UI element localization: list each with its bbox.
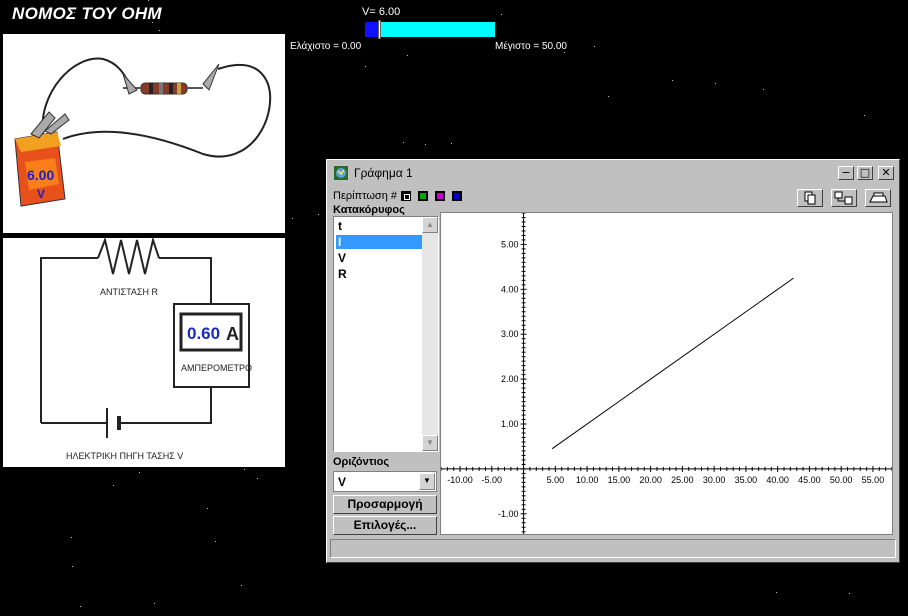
x-tick-label: 55.00 — [862, 475, 885, 485]
voltage-value-label: V= 6.00 — [362, 6, 401, 18]
y-tick-label: 3.00 — [501, 329, 519, 339]
circuit-illustration-panel: 6.00 V — [3, 34, 285, 233]
ammeter-label: ΑΜΠΕΡΟΜΕΤΡΟ — [181, 363, 252, 373]
copy-button[interactable] — [797, 189, 823, 207]
scroll-up-button[interactable]: ▲ — [422, 217, 438, 233]
scroll-up-icon: ▲ — [426, 220, 434, 229]
list-item[interactable]: t — [336, 219, 422, 233]
vertical-variable-list[interactable]: t I V R ▲ ▼ — [333, 216, 439, 452]
voltage-slider-fill — [365, 22, 379, 37]
chevron-down-icon: ▼ — [423, 476, 431, 485]
x-tick-label: 25.00 — [671, 475, 694, 485]
graph-window-title: Γράφημα 1 — [354, 166, 413, 180]
x-tick-label: 15.00 — [608, 475, 631, 485]
x-tick-label: 30.00 — [703, 475, 726, 485]
x-tick-label: 45.00 — [798, 475, 821, 485]
maximize-icon: □ — [859, 166, 871, 179]
circuit-schematic: ΑΝΤΙΣΤΑΣΗ R ΗΛΕΚΤΡΙΚΗ ΠΗΓΗ ΤΑΣΗΣ V 0.60 … — [40, 236, 252, 461]
resistor-label: ΑΝΤΙΣΤΑΣΗ R — [100, 287, 158, 297]
ammeter-unit: A — [226, 324, 239, 344]
case-label: Περίπτωση # — [333, 190, 397, 202]
circuit-illustration: 6.00 V — [14, 57, 272, 207]
voltage-slider-thumb[interactable] — [378, 20, 381, 39]
list-item[interactable]: I — [336, 235, 422, 249]
vertical-axis-label: Κατακόρυφος — [333, 204, 405, 216]
y-tick-label: 4.00 — [501, 284, 519, 294]
maximize-button[interactable]: □ — [857, 166, 873, 180]
y-tick-label: 2.00 — [501, 374, 519, 384]
x-tick-label: 35.00 — [735, 475, 758, 485]
print-button[interactable] — [865, 189, 891, 207]
close-icon: ✕ — [881, 166, 891, 179]
voltage-min-label: Ελάχιστο = 0.00 — [290, 41, 362, 52]
horizontal-variable-value: V — [338, 475, 347, 489]
status-bar — [330, 539, 896, 558]
graph-window-titlebar[interactable]: Γράφημα 1 − □ ✕ — [330, 163, 896, 183]
y-tick-label: -1.00 — [498, 509, 519, 519]
x-tick-label: 5.00 — [547, 475, 565, 485]
scroll-down-button[interactable]: ▼ — [422, 435, 438, 451]
case-4-swatch[interactable] — [452, 191, 462, 201]
voltage-slider-track[interactable] — [365, 22, 495, 37]
series-line — [551, 277, 794, 450]
horizontal-variable-select[interactable]: V ▼ — [333, 471, 437, 492]
export-button[interactable] — [831, 189, 857, 207]
battery-unit: V — [37, 187, 45, 201]
app-title: ΝΟΜΟΣ ΤΟΥ ΟΗΜ — [12, 4, 162, 23]
voltage-max-label: Μέγιστο = 50.00 — [495, 41, 567, 52]
graph-window: Γράφημα 1 − □ ✕ Περίπτωση # Κατακόρυφος … — [326, 159, 900, 563]
vertical-list-scrollbar[interactable]: ▲ ▼ — [422, 217, 438, 451]
list-item[interactable]: V — [336, 251, 422, 265]
chart-svg: -10.00 -5.00 5.00 10.00 15.00 20.00 25.00 30.00… — [440, 212, 893, 534]
printer-icon — [869, 192, 888, 203]
fit-button[interactable]: Προσαρμογή — [333, 495, 437, 514]
x-tick-label: 40.00 — [766, 475, 789, 485]
x-tick-label: -5.00 — [482, 475, 503, 485]
scroll-down-icon: ▼ — [426, 438, 434, 447]
schematic-panel: ΑΝΤΙΣΤΑΣΗ R ΗΛΕΚΤΡΙΚΗ ΠΗΓΗ ΤΑΣΗΣ V 0.60 … — [3, 236, 285, 467]
options-button[interactable]: Επιλογές... — [333, 516, 437, 535]
x-tick-label: 10.00 — [576, 475, 599, 485]
ammeter-value: 0.60 — [187, 324, 220, 343]
graph-window-icon — [334, 166, 348, 180]
plot-area[interactable]: -10.00 -5.00 5.00 10.00 15.00 20.00 25.00 30.00… — [440, 212, 893, 535]
x-tick-label: -10.00 — [447, 475, 473, 485]
case-2-swatch[interactable] — [418, 191, 428, 201]
copy-icon — [804, 191, 816, 205]
x-tick-label: 50.00 — [830, 475, 853, 485]
list-item[interactable]: R — [336, 267, 422, 281]
dropdown-button[interactable]: ▼ — [419, 473, 435, 490]
battery-value: 6.00 — [27, 167, 54, 183]
horizontal-axis-label: Οριζόντιος — [333, 456, 390, 468]
export-icon — [834, 191, 853, 205]
source-label: ΗΛΕΚΤΡΙΚΗ ΠΗΓΗ ΤΑΣΗΣ V — [66, 451, 183, 461]
x-tick-label: 20.00 — [639, 475, 662, 485]
case-3-swatch[interactable] — [435, 191, 445, 201]
y-tick-label: 5.00 — [501, 239, 519, 249]
close-button[interactable]: ✕ — [878, 166, 894, 180]
y-tick-label: 1.00 — [501, 419, 519, 429]
minimize-button[interactable]: − — [838, 166, 854, 180]
case-1-swatch[interactable] — [401, 191, 411, 201]
minimize-icon: − — [841, 166, 851, 179]
